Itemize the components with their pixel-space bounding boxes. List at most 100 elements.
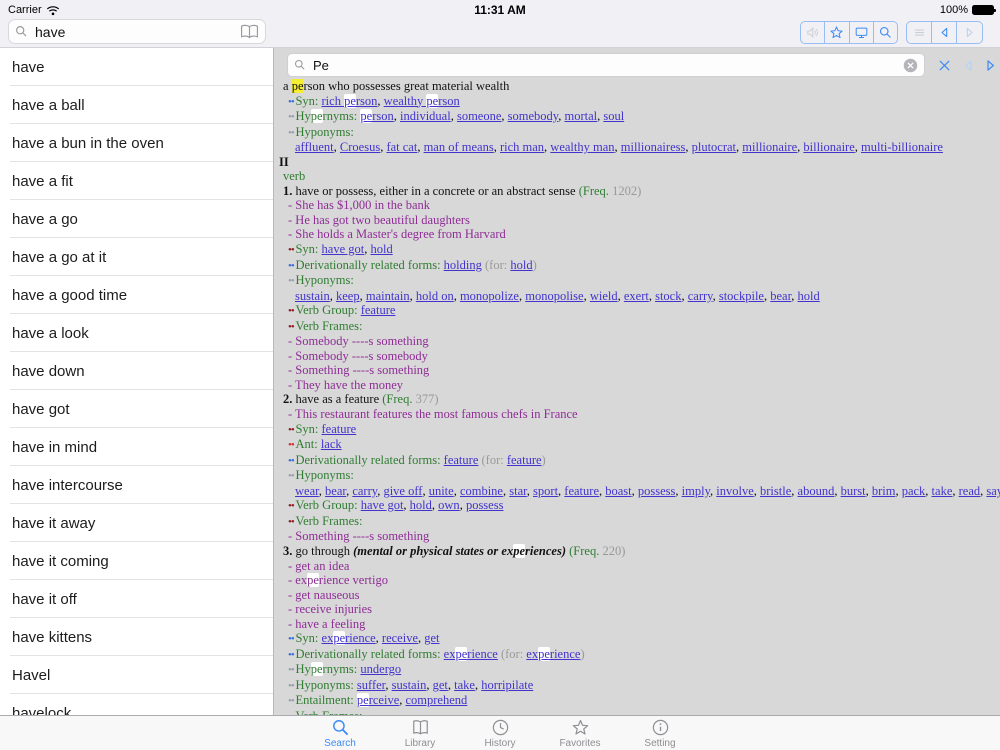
clear-icon[interactable]: [903, 58, 918, 73]
link[interactable]: pe: [538, 646, 550, 661]
link[interactable]: feature: [564, 484, 599, 498]
link[interactable]: affluent: [295, 140, 334, 154]
link[interactable]: feature: [507, 453, 542, 467]
link[interactable]: man of means: [424, 140, 494, 154]
link[interactable]: hold: [410, 498, 432, 512]
list-item[interactable]: have a bun in the oven: [0, 124, 273, 162]
tab-history[interactable]: History: [460, 716, 540, 750]
speaker-icon[interactable]: [801, 22, 826, 43]
link[interactable]: monopolise: [525, 289, 583, 303]
link[interactable]: say: [986, 484, 1000, 498]
sidebar-search-field[interactable]: [8, 19, 266, 44]
link[interactable]: holding: [444, 258, 482, 272]
find-input[interactable]: [311, 56, 903, 74]
link[interactable]: suffer: [357, 678, 385, 692]
link[interactable]: carry: [352, 484, 377, 498]
link[interactable]: undergo: [360, 662, 401, 676]
link[interactable]: ex: [322, 631, 334, 645]
link[interactable]: pack: [902, 484, 926, 498]
link[interactable]: wealthy man: [550, 140, 614, 154]
link[interactable]: multi-billionaire: [861, 140, 943, 154]
tab-library[interactable]: Library: [380, 716, 460, 750]
sidebar-search-input[interactable]: [33, 22, 240, 41]
find-in-page-field[interactable]: [287, 53, 925, 77]
link[interactable]: get: [433, 678, 448, 692]
back-icon[interactable]: [932, 22, 957, 43]
list-item[interactable]: have down: [0, 352, 273, 390]
link[interactable]: mortal: [564, 109, 597, 123]
link[interactable]: sustain: [295, 289, 330, 303]
link[interactable]: plutocrat: [692, 140, 736, 154]
list-item[interactable]: have a look: [0, 314, 273, 352]
link[interactable]: monopolize: [460, 289, 519, 303]
list-icon[interactable]: [907, 22, 932, 43]
link[interactable]: horripilate: [481, 678, 533, 692]
link[interactable]: combine: [460, 484, 503, 498]
list-item[interactable]: havelock: [0, 694, 273, 716]
link[interactable]: fat cat: [386, 140, 417, 154]
list-item[interactable]: have a ball: [0, 86, 273, 124]
find-next-icon[interactable]: [980, 54, 1000, 76]
link[interactable]: have got: [322, 242, 365, 256]
link[interactable]: exert: [624, 289, 649, 303]
link[interactable]: rich: [322, 94, 345, 108]
link[interactable]: rson: [356, 94, 378, 108]
list-item[interactable]: have it coming: [0, 542, 273, 580]
link[interactable]: someone: [457, 109, 501, 123]
link[interactable]: hold: [370, 242, 392, 256]
link[interactable]: hold: [798, 289, 820, 303]
link[interactable]: pe: [426, 93, 439, 108]
link[interactable]: take: [932, 484, 953, 498]
link[interactable]: hold: [510, 258, 532, 272]
link[interactable]: carry: [688, 289, 713, 303]
list-item[interactable]: Havel: [0, 656, 273, 694]
link[interactable]: pe: [455, 646, 468, 661]
link[interactable]: rience: [467, 647, 498, 661]
list-item[interactable]: have a go at it: [0, 238, 273, 276]
link[interactable]: sport: [533, 484, 558, 498]
link[interactable]: pe: [333, 631, 346, 646]
link[interactable]: read: [959, 484, 981, 498]
link[interactable]: rich man: [500, 140, 544, 154]
link[interactable]: Croesus: [340, 140, 380, 154]
link[interactable]: rson: [372, 109, 394, 123]
list-item[interactable]: have a go: [0, 200, 273, 238]
list-item[interactable]: have a fit: [0, 162, 273, 200]
link[interactable]: possess: [638, 484, 676, 498]
link[interactable]: pe: [360, 109, 373, 124]
link[interactable]: wear: [295, 484, 319, 498]
link[interactable]: lack: [321, 437, 342, 451]
display-icon[interactable]: [850, 22, 874, 43]
magnifier-icon[interactable]: [874, 22, 897, 43]
link[interactable]: stockpile: [719, 289, 764, 303]
link[interactable]: billionaire: [803, 140, 854, 154]
list-item[interactable]: have intercourse: [0, 466, 273, 504]
list-item[interactable]: have a good time: [0, 276, 273, 314]
link[interactable]: pe: [356, 693, 369, 708]
list-item[interactable]: have kittens: [0, 618, 273, 656]
link[interactable]: soul: [603, 109, 624, 123]
link[interactable]: bear: [770, 289, 791, 303]
link[interactable]: star: [509, 484, 527, 498]
link[interactable]: boast: [605, 484, 631, 498]
link[interactable]: own: [438, 498, 460, 512]
close-icon[interactable]: [934, 54, 955, 76]
link[interactable]: pe: [344, 93, 356, 108]
link[interactable]: imply: [682, 484, 710, 498]
link[interactable]: involve: [716, 484, 754, 498]
link[interactable]: comprehend: [406, 693, 468, 707]
link[interactable]: ex: [444, 647, 456, 661]
link[interactable]: abound: [798, 484, 835, 498]
link[interactable]: rience: [345, 631, 376, 645]
link[interactable]: rience: [550, 647, 581, 661]
link[interactable]: wield: [590, 289, 618, 303]
link[interactable]: hold on: [416, 289, 454, 303]
tab-favorites[interactable]: Favorites: [540, 716, 620, 750]
link[interactable]: stock: [655, 289, 681, 303]
forward-icon[interactable]: [957, 22, 981, 43]
link[interactable]: feature: [444, 453, 479, 467]
link[interactable]: wealthy: [384, 94, 427, 108]
link[interactable]: take: [454, 678, 475, 692]
link[interactable]: individual: [400, 109, 451, 123]
list-item[interactable]: have it away: [0, 504, 273, 542]
